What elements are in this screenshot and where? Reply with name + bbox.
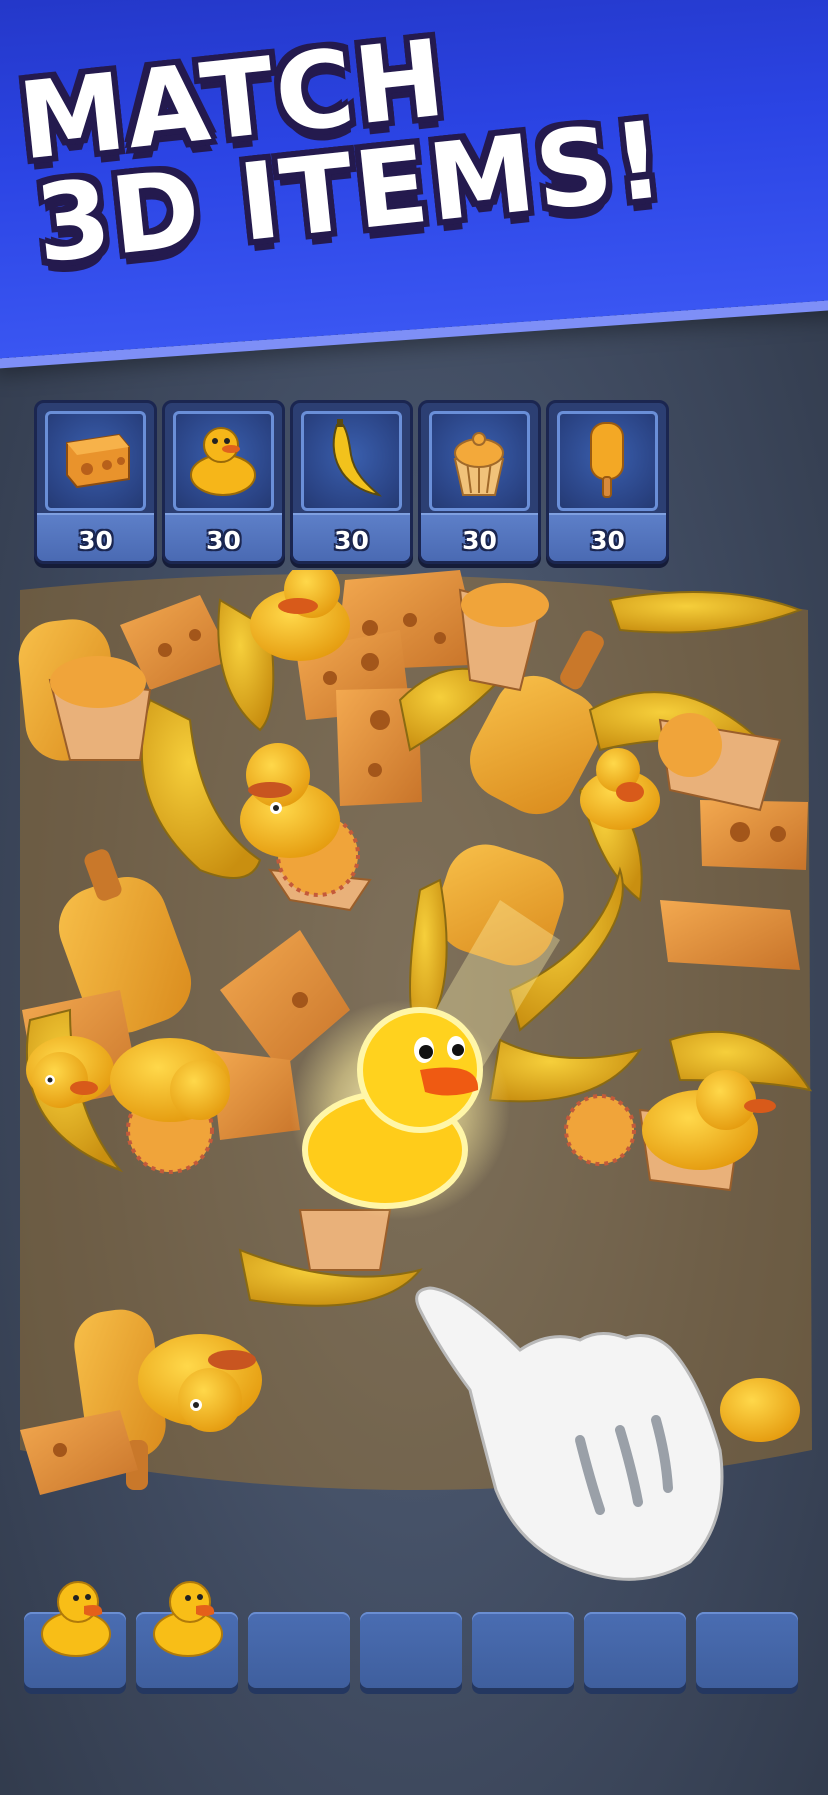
goal-card-banana: 30 xyxy=(290,400,413,564)
cheese-block-icon xyxy=(66,433,130,489)
goal-count: 30 xyxy=(590,526,625,555)
tray-slot-7[interactable] xyxy=(696,1612,798,1688)
rubber-duck-icon xyxy=(190,427,256,496)
pointing-hand-icon xyxy=(400,1270,760,1590)
rubber-duck-icon xyxy=(41,1581,111,1657)
rubber-duck-icon xyxy=(153,1581,223,1657)
match-tray xyxy=(24,1581,804,1692)
goal-count: 30 xyxy=(334,526,369,555)
popsicle-icon xyxy=(590,422,624,498)
goal-card-popsicle: 30 xyxy=(546,400,669,564)
goal-card-cheese: 30 xyxy=(34,400,157,564)
goal-card-cupcake: 30 xyxy=(418,400,541,564)
goal-count: 30 xyxy=(206,526,241,555)
cupcake-icon xyxy=(453,432,505,496)
goal-count: 30 xyxy=(462,526,497,555)
banana-icon xyxy=(332,419,383,497)
tray-slot-4[interactable] xyxy=(360,1612,462,1688)
tray-slot-6[interactable] xyxy=(584,1612,686,1688)
goal-card-duck: 30 xyxy=(162,400,285,564)
goal-panel: 30 30 30 30 30 xyxy=(34,400,674,564)
tray-slot-5[interactable] xyxy=(472,1612,574,1688)
goal-count: 30 xyxy=(78,526,113,555)
tray-slot-3[interactable] xyxy=(248,1612,350,1688)
